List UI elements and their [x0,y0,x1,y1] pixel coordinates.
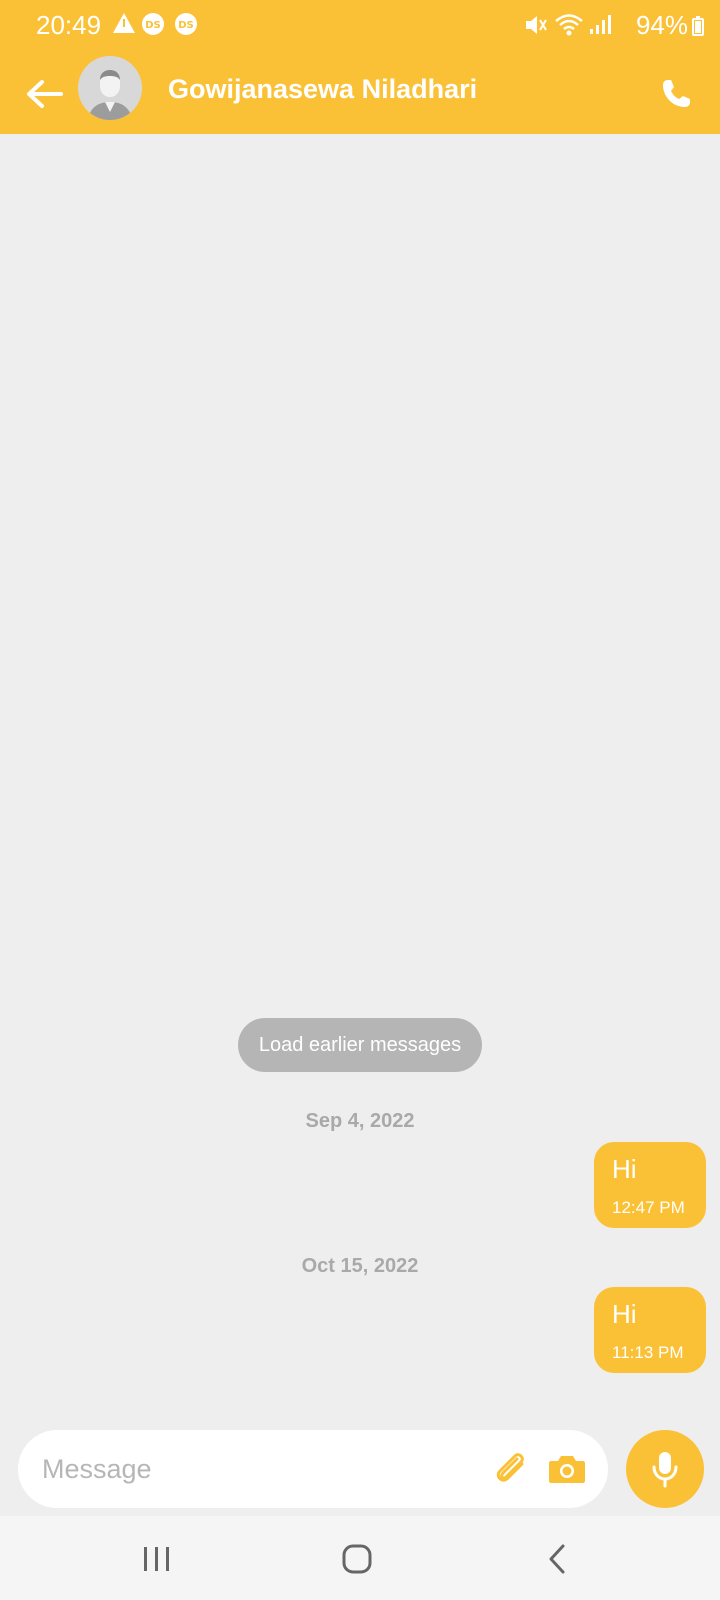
message-time: 11:13 PM [612,1343,684,1362]
svg-text:DS: DS [178,20,194,31]
avatar[interactable] [78,56,142,120]
message-bubble[interactable]: Hi 11:13 PM [594,1287,706,1373]
contact-name: Gowijanasewa Niladhari [168,74,478,104]
message-text: Hi [612,1299,637,1329]
attach-button[interactable] [486,1446,536,1492]
message-time: 12:47 PM [612,1198,685,1217]
recent-apps-icon [144,1547,169,1571]
ds-icon: DS [174,12,198,36]
wifi-icon [554,12,584,38]
ds-icon: DS [141,12,165,36]
battery-icon [692,16,704,36]
camera-icon [549,1456,585,1483]
app-bar: Gowijanasewa Niladhari [0,52,720,134]
back-button[interactable] [14,64,74,124]
mic-button[interactable] [626,1430,704,1508]
back-icon [549,1544,565,1574]
status-bar: 20:49 DS DS 94% [0,0,720,52]
date-separator: Sep 4, 2022 [305,1110,415,1132]
message-bubble[interactable]: Hi 12:47 PM [594,1142,706,1228]
mic-icon [652,1452,678,1488]
home-button[interactable] [322,1534,392,1584]
phone-icon [663,80,690,107]
warning-icon [112,12,136,34]
back-nav-button[interactable] [522,1534,592,1584]
home-icon [342,1544,372,1574]
paperclip-icon [496,1453,524,1482]
mute-icon [522,12,548,38]
camera-button[interactable] [542,1446,592,1492]
recent-apps-button[interactable] [122,1534,192,1584]
signal-icon [588,12,612,36]
status-time: 20:49 [36,10,102,40]
chat-screen: 20:49 DS DS 94% Gowijanasewa Niladhari L… [0,0,720,1600]
back-arrow-icon [27,80,63,108]
call-button[interactable] [650,68,702,120]
message-composer [18,1430,608,1508]
message-input[interactable] [42,1446,462,1492]
battery-percent: 94% [635,10,688,40]
system-nav-bar [0,1516,720,1600]
message-list[interactable]: Load earlier messages Sep 4, 2022 Hi 12:… [0,134,720,1424]
message-text: Hi [612,1154,637,1184]
load-earlier-button[interactable]: Load earlier messages [238,1018,482,1072]
date-separator: Oct 15, 2022 [301,1255,419,1277]
svg-text:DS: DS [145,20,161,31]
